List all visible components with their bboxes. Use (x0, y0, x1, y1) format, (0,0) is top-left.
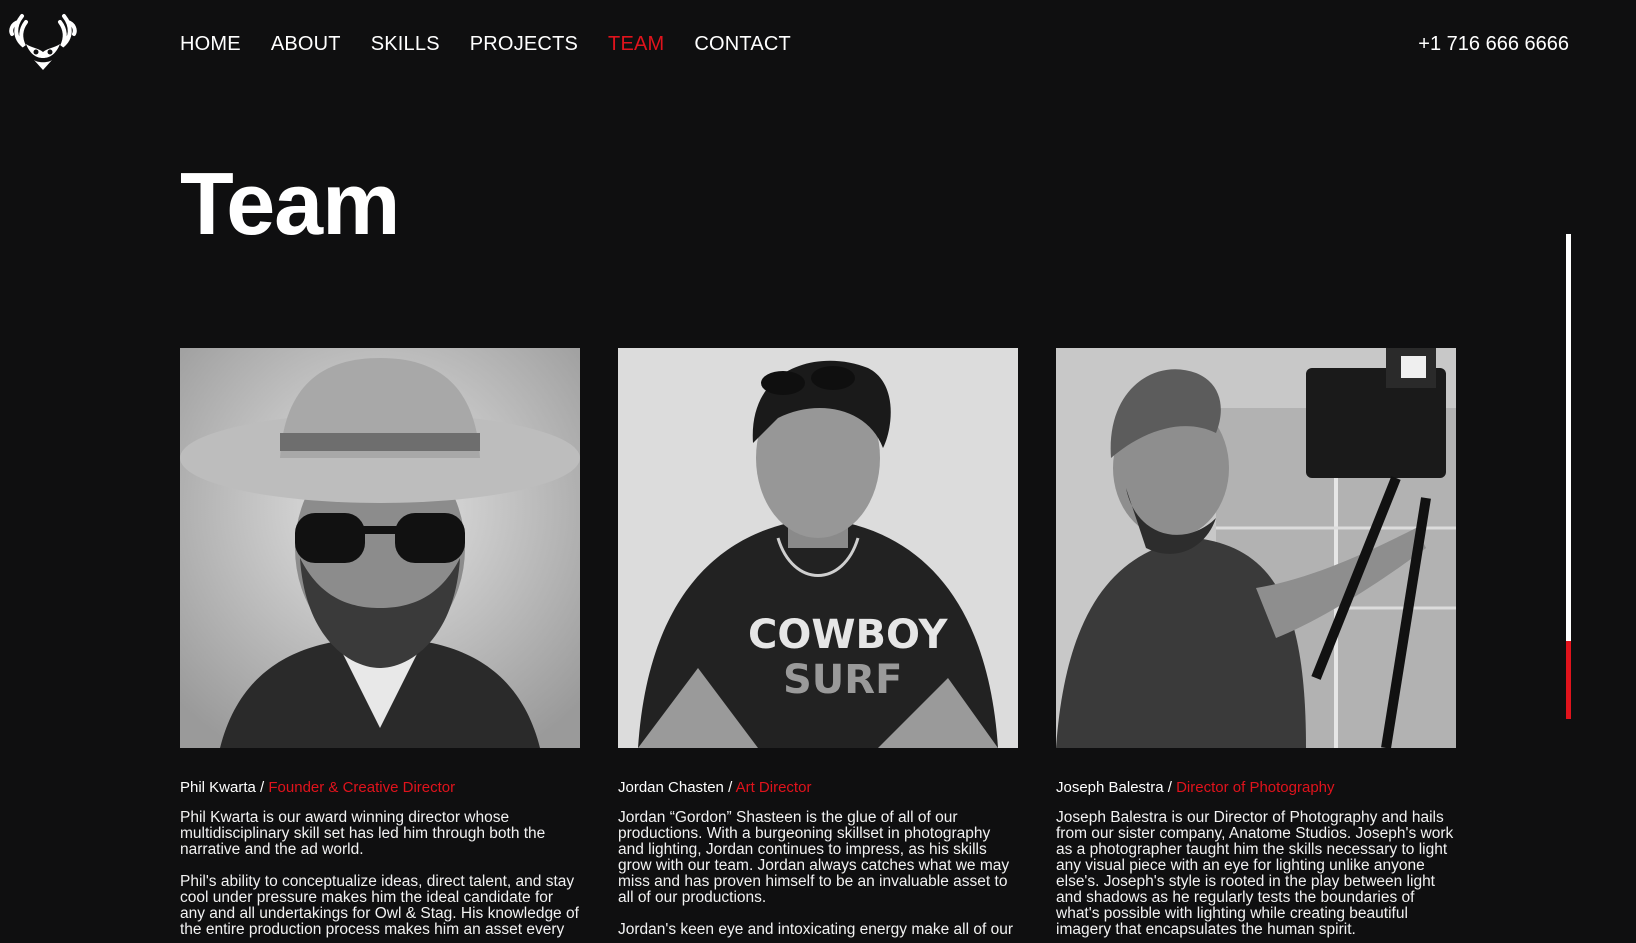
main-nav: HOME ABOUT SKILLS PROJECTS TEAM CONTACT (180, 33, 791, 56)
team-member-role: Art Director (735, 779, 812, 796)
phone-number-link[interactable]: +1 716 666 6666 (1418, 33, 1569, 56)
nav-item-projects[interactable]: PROJECTS (470, 33, 578, 56)
team-member-card: Joseph Balestra / Director of Photograph… (1056, 348, 1456, 943)
page-title: Team (180, 154, 400, 253)
team-member-heading: Joseph Balestra / Director of Photograph… (1056, 778, 1456, 798)
team-member-heading: Jordan Chasten / Art Director (618, 778, 1018, 798)
bio-paragraph: Jordan “Gordon” Shasteen is the glue of … (618, 809, 1010, 906)
bio-paragraph: Joseph Balestra is our Director of Photo… (1056, 809, 1454, 938)
nav-item-team[interactable]: TEAM (608, 33, 664, 56)
team-member-role: Founder & Creative Director (268, 779, 456, 796)
team-grid: Phil Kwarta / Founder & Creative Directo… (180, 348, 1456, 943)
team-member-bio: Joseph Balestra is our Director of Photo… (1056, 810, 1456, 938)
svg-text:SURF: SURF (783, 657, 902, 703)
nav-item-skills[interactable]: SKILLS (371, 33, 440, 56)
bio-paragraph: Jordan's keen eye and intoxicating energ… (618, 921, 1014, 938)
page: HOME ABOUT SKILLS PROJECTS TEAM CONTACT … (0, 0, 1636, 943)
nav-item-contact[interactable]: CONTACT (694, 33, 791, 56)
team-member-name: Joseph Balestra (1056, 779, 1164, 796)
team-member-separator: / (255, 779, 269, 796)
bio-paragraph: Phil's ability to conceptualize ideas, d… (180, 873, 579, 938)
team-member-name: Phil Kwarta (180, 779, 256, 796)
scroll-progress-track[interactable] (1566, 234, 1571, 719)
nav-item-home[interactable]: HOME (180, 33, 241, 56)
bio-paragraph: Phil Kwarta is our award winning directo… (180, 809, 546, 858)
team-member-bio: Jordan “Gordon” Shasteen is the glue of … (618, 810, 1018, 938)
team-member-photo: COWBOY SURF (618, 348, 1018, 748)
owl-stag-logo-icon[interactable] (8, 8, 78, 74)
scroll-progress-thumb[interactable] (1566, 641, 1571, 719)
team-member-role: Director of Photography (1176, 779, 1335, 796)
team-member-photo (1056, 348, 1456, 748)
nav-item-about[interactable]: ABOUT (271, 33, 341, 56)
team-member-bio: Phil Kwarta is our award winning directo… (180, 810, 580, 938)
team-member-photo (180, 348, 580, 748)
team-member-separator: / (723, 779, 736, 796)
team-member-card: Phil Kwarta / Founder & Creative Directo… (180, 348, 580, 943)
team-member-heading: Phil Kwarta / Founder & Creative Directo… (180, 778, 580, 798)
team-member-separator: / (1163, 779, 1177, 796)
team-member-card: COWBOY SURF Jordan Chasten / Art Directo… (618, 348, 1018, 943)
svg-text:COWBOY: COWBOY (748, 612, 949, 658)
team-member-name: Jordan Chasten (618, 779, 724, 796)
